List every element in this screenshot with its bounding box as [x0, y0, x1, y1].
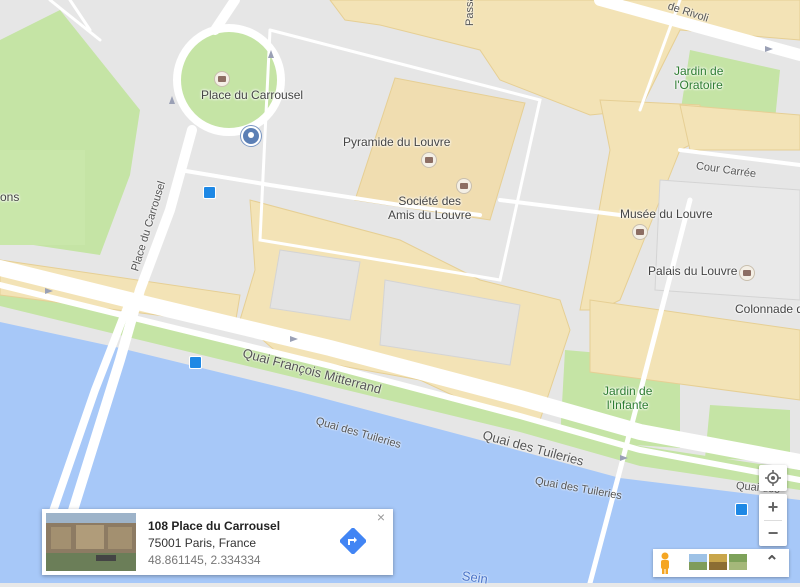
my-location-icon[interactable]	[759, 465, 787, 491]
label-jardin-infante[interactable]: Jardin de l'Infante	[603, 384, 652, 412]
pyramide-photo-icon[interactable]	[421, 152, 437, 168]
label-palais-du-louvre[interactable]: Palais du Louvre	[648, 264, 737, 278]
label-colonnade[interactable]: Colonnade de	[735, 302, 800, 316]
close-icon[interactable]: ×	[373, 509, 389, 525]
label-jardin-oratoire[interactable]: Jardin de l'Oratoire	[674, 64, 723, 92]
bus-stop-icon[interactable]	[189, 356, 202, 369]
label-place-du-carrousel[interactable]: Place du Carrousel	[201, 88, 303, 102]
musee-museum-icon[interactable]	[632, 224, 648, 240]
my-location-control[interactable]	[759, 465, 787, 491]
address-line-1: 108 Place du Carrousel	[148, 519, 281, 533]
label-musee-du-louvre[interactable]: Musée du Louvre	[620, 207, 713, 221]
palais-photo-icon[interactable]	[739, 265, 755, 281]
pegman-icon[interactable]	[658, 552, 672, 574]
street-view-thumbnail[interactable]	[46, 513, 136, 571]
bus-stop-icon[interactable]	[203, 186, 216, 199]
label-ons[interactable]: ons	[0, 190, 19, 204]
imagery-thumb-3[interactable]	[729, 554, 747, 570]
address-info-card[interactable]: 108 Place du Carrousel 75001 Paris, Fran…	[42, 509, 393, 575]
road-label-passage: Passa	[464, 0, 476, 26]
societe-poi-icon[interactable]	[456, 178, 472, 194]
bus-stop-icon[interactable]	[735, 503, 748, 516]
imagery-thumb-1[interactable]	[689, 554, 707, 570]
address-line-2: 75001 Paris, France	[148, 536, 257, 550]
label-societe-amis-du-louvre[interactable]: Société des Amis du Louvre	[388, 194, 471, 222]
coordinates-text[interactable]: 48.861145, 2.334334	[148, 553, 261, 567]
imagery-thumb-2[interactable]	[709, 554, 727, 570]
road-label-seine: Sein	[460, 568, 489, 587]
zoom-out-button[interactable]: −	[759, 520, 787, 546]
location-pin-icon[interactable]	[241, 126, 261, 146]
zoom-control: + −	[759, 494, 787, 546]
place-carrousel-photo-icon[interactable]	[214, 71, 230, 87]
zoom-in-button[interactable]: +	[759, 494, 787, 520]
directions-icon[interactable]	[338, 526, 368, 556]
imagery-bar: ⌃	[653, 549, 789, 577]
expand-chevron-icon[interactable]: ⌃	[761, 553, 783, 573]
label-pyramide-du-louvre[interactable]: Pyramide du Louvre	[343, 135, 450, 149]
